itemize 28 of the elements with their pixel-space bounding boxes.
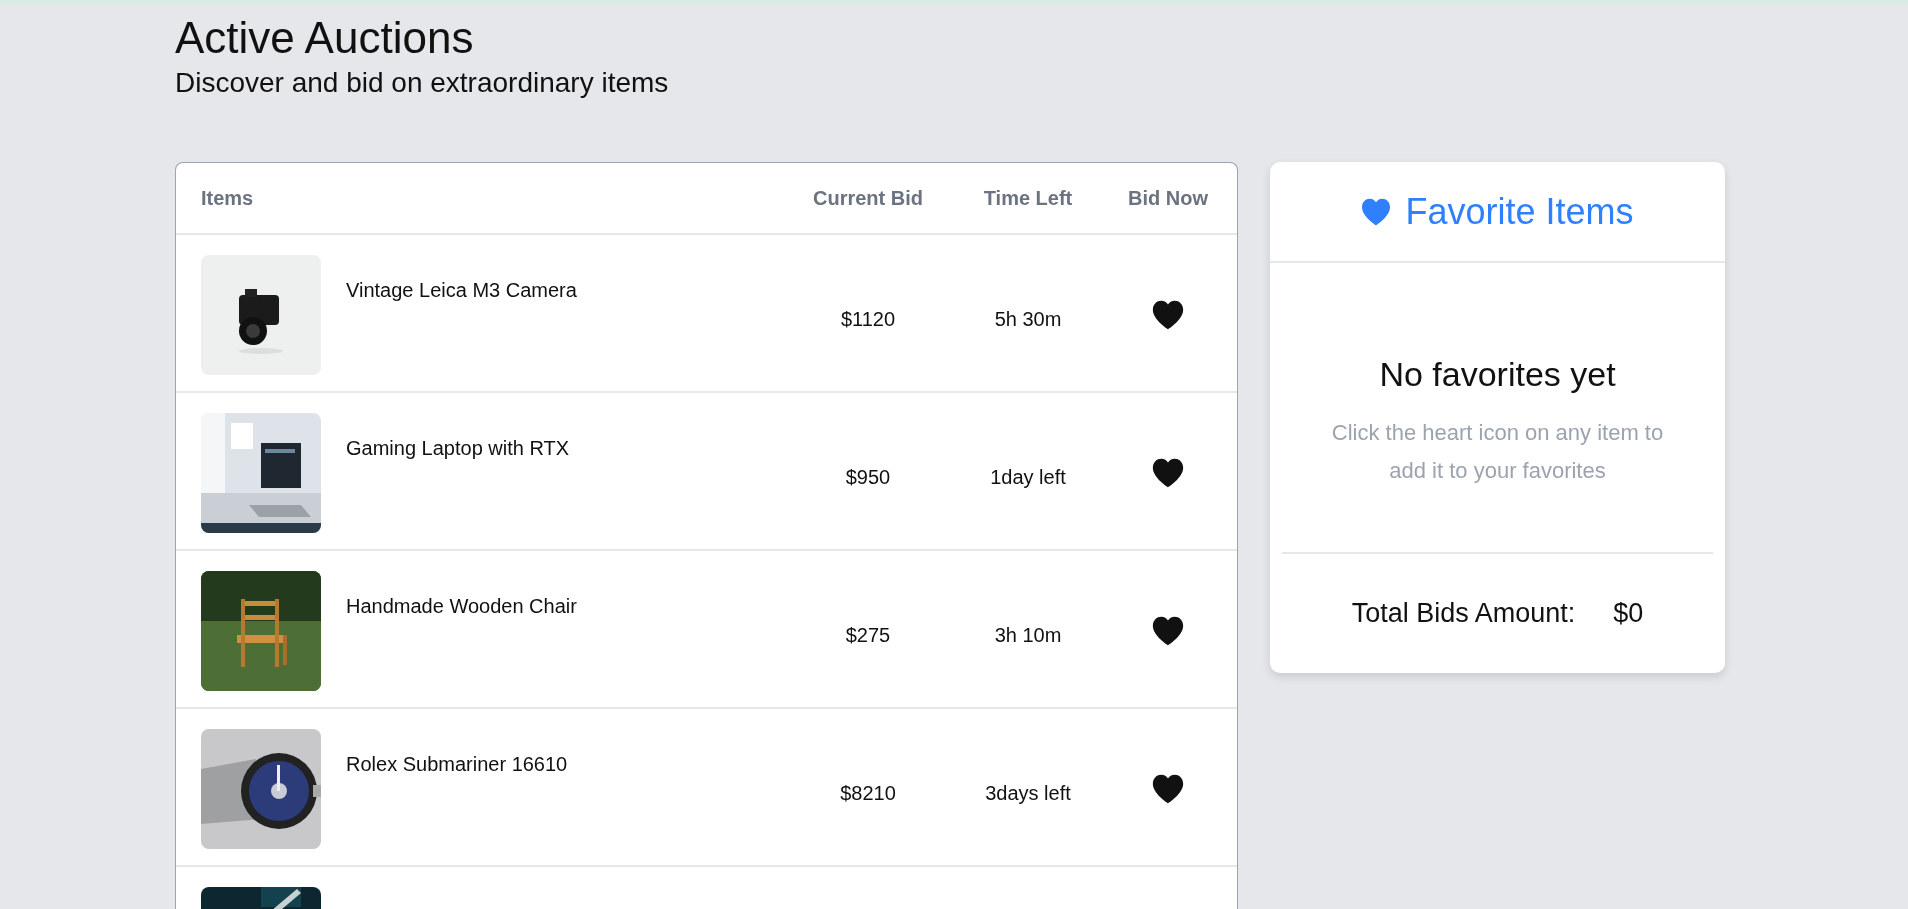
card-title: Favorite Items — [1405, 190, 1634, 233]
column-header: Current Bid — [812, 186, 924, 210]
item-name: Vintage Leica M3 Camera — [346, 278, 577, 302]
page-title: Active Auctions — [175, 12, 475, 64]
time-left: 1day left — [989, 464, 1067, 489]
item-name: Gaming Laptop with RTX — [346, 436, 570, 460]
current-bid: $950 — [844, 464, 892, 489]
item-name: Handmade Wooden Chair — [346, 594, 577, 618]
empty-hint: Click the heart icon on any item to add it to your favorites — [1330, 419, 1665, 485]
time-left: 3days left — [984, 780, 1072, 805]
column-header: Bid Now — [1127, 186, 1209, 210]
heart-button[interactable] — [1152, 299, 1184, 331]
current-bid: $8210 — [839, 780, 897, 805]
item-name: Rolex Submariner 16610 — [346, 752, 568, 776]
column-header: Items — [201, 186, 255, 210]
total-value: $0 — [1613, 598, 1644, 629]
total-label: Total Bids Amount: — [1351, 598, 1576, 629]
heart-button[interactable] — [1152, 615, 1184, 647]
current-bid: $275 — [844, 622, 892, 647]
column-header: Time Left — [982, 186, 1074, 210]
heart-icon — [1361, 197, 1392, 226]
page-subtitle: Discover and bid on extraordinary items — [175, 66, 670, 100]
heart-button[interactable] — [1152, 773, 1184, 805]
heart-button[interactable] — [1152, 457, 1184, 489]
time-left: 3h 10m — [993, 622, 1063, 647]
empty-title: No favorites yet — [1378, 355, 1617, 394]
time-left: 5h 30m — [993, 306, 1063, 331]
current-bid: $1120 — [839, 306, 897, 331]
